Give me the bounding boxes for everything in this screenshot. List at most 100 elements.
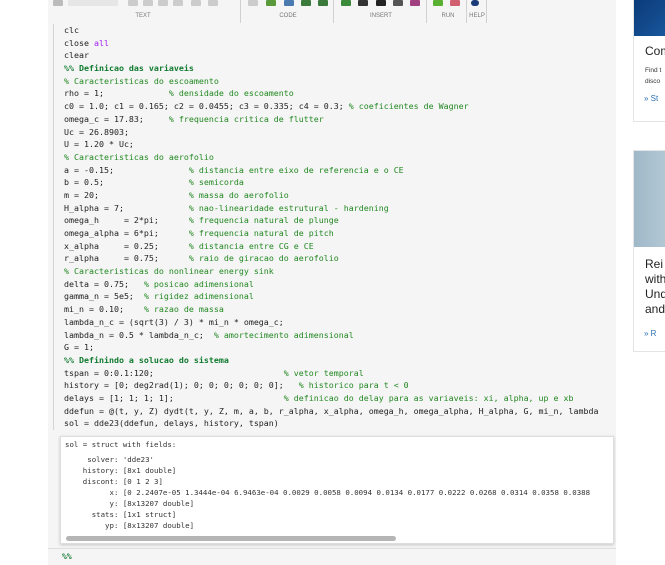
task-icon[interactable] (284, 0, 294, 6)
card-link[interactable]: » R (644, 329, 665, 339)
code-line[interactable]: history = [0; deg2rad(1); 0; 0; 0; 0; 0;… (64, 379, 614, 392)
run-icon[interactable] (433, 0, 443, 6)
code-icon[interactable] (248, 0, 258, 6)
code-line[interactable]: Uc = 26.8903; (64, 126, 614, 139)
output-line: x: [0 2.2407e-05 1.3444e-04 6.9463e-04 0… (65, 488, 591, 497)
code-comment: % distancia entre eixo de referencia e o… (188, 164, 404, 175)
refactor-icon[interactable] (318, 0, 328, 6)
code-block[interactable]: clc close all clear%% Definicao das variav… (53, 24, 614, 430)
code-line[interactable]: % Caracteristicas do aerofolio (64, 151, 614, 164)
promo-card-1[interactable]: Com Find t disco » St (633, 0, 665, 122)
code-line[interactable]: x_alpha = 0.25; % distancia entre CG e C… (64, 240, 614, 253)
output-line: solver: 'dde23' (65, 455, 154, 464)
code-text: mi_n = 0.10; (64, 304, 144, 315)
text-format-icon[interactable] (53, 0, 63, 6)
code-text: clc (64, 25, 79, 35)
code-line[interactable]: c0 = 1.0; c1 = 0.165; c2 = 0.0455; c3 = … (64, 100, 614, 113)
code-line[interactable]: lambda_n_c = (sqrt(3) / 3) * mi_n * omeg… (64, 316, 614, 329)
code-text: G = 1; (64, 342, 94, 353)
style-select[interactable] (68, 0, 118, 6)
code-line[interactable]: U = 1.20 * Uc; (64, 138, 614, 151)
card-description-1: Find t (645, 67, 662, 74)
unlink-icon[interactable] (393, 0, 403, 6)
monospace-icon[interactable] (173, 0, 183, 6)
code-line[interactable]: m = 20; % massa do aerofolio (64, 189, 614, 202)
section-break-code[interactable]: %% (62, 552, 72, 561)
card-title: Com (645, 44, 665, 58)
card-link[interactable]: » St (644, 94, 665, 104)
section-divider (48, 548, 616, 549)
code-text: lambda_n = 0.5 * lambda_n_c; (64, 329, 214, 340)
code-line[interactable]: clc (64, 24, 614, 37)
card-title-3: Und (645, 287, 665, 301)
code-comment: % raio de giracao do aerofolio (188, 253, 339, 264)
code-line[interactable]: omega_alpha = 6*pi; % frequencia natural… (64, 227, 614, 240)
card-description-2: disco (645, 78, 661, 85)
code-text: omega_c = 17.83; (64, 113, 169, 124)
code-line[interactable]: mi_n = 0.10; % razao de massa (64, 303, 614, 316)
bold-icon[interactable] (128, 0, 138, 6)
code-line[interactable]: %% Definindo a solucao do sistema (64, 354, 614, 367)
image-icon[interactable] (341, 0, 351, 6)
code-text: a = -0.15; (64, 164, 189, 175)
group-insert-label: INSERT (370, 13, 392, 19)
live-editor[interactable]: clc close all clear%% Definicao das variav… (48, 24, 616, 565)
card-image (634, 151, 665, 247)
table-icon[interactable] (410, 0, 420, 6)
code-line[interactable]: tspan = 0:0.1:120; % vetor temporal (64, 367, 614, 380)
code-text: H_alpha = 7; (64, 202, 189, 213)
code-line[interactable]: ddefun = @(t, y, Z) dydt(t, y, Z, m, a, … (64, 405, 614, 418)
code-comment: % rigidez adimensional (143, 291, 254, 302)
code-comment: % Caracteristicas do escoamento (64, 75, 219, 86)
code-line[interactable]: delays = [1; 1; 1; 1]; % definicao do de… (64, 392, 614, 405)
code-comment: % razao de massa (143, 304, 224, 315)
code-line[interactable]: % Caracteristicas do escoamento (64, 75, 614, 88)
live-editor-toolbar: TEXT CODE INSERT RUN HELP (48, 0, 616, 25)
code-line[interactable]: rho = 1; % densidade do escoamento (64, 87, 614, 100)
code-line[interactable]: a = -0.15; % distancia entre eixo de ref… (64, 164, 614, 177)
bullet-list-icon[interactable] (191, 0, 201, 6)
underline-icon[interactable] (158, 0, 168, 6)
equation-icon[interactable] (376, 0, 386, 6)
code-comment: % Caracteristicas do aerofolio (64, 151, 214, 162)
code-line[interactable]: lambda_n = 0.5 * lambda_n_c; % amortecim… (64, 329, 614, 342)
italic-icon[interactable] (143, 0, 153, 6)
code-line[interactable]: sol = dde23(ddefun, delays, history, tsp… (64, 417, 614, 430)
code-line[interactable]: %% Definicao das variaveis (64, 62, 614, 75)
output-line: yp: [8x13207 double] (65, 521, 195, 530)
code-line[interactable]: clear (64, 49, 614, 62)
code-text: m = 20; (64, 189, 189, 200)
hyperlink-icon[interactable] (358, 0, 368, 6)
horizontal-scrollbar[interactable] (66, 536, 396, 541)
section-icon[interactable] (266, 0, 276, 6)
code-line[interactable]: close all (64, 37, 614, 50)
clear-output-icon[interactable] (450, 0, 460, 6)
card-title-2: with (645, 272, 665, 286)
code-text: gamma_n = 5e5; (64, 291, 144, 302)
code-line[interactable]: H_alpha = 7; % nao-linearidade estrutura… (64, 202, 614, 215)
code-line[interactable]: omega_h = 2*pi; % frequencia natural de … (64, 214, 614, 227)
code-text: sol = dde23(ddefun, delays, history, tsp… (64, 418, 279, 429)
control-icon[interactable] (301, 0, 311, 6)
code-line[interactable]: r_alpha = 0.75; % raio de giracao do aer… (64, 252, 614, 265)
code-line[interactable]: gamma_n = 5e5; % rigidez adimensional (64, 290, 614, 303)
code-comment: % vetor temporal (283, 367, 364, 378)
code-text: r_alpha = 0.75; (64, 253, 189, 264)
card-title-4: and (645, 302, 665, 316)
code-line[interactable]: b = 0.5; % semicorda (64, 176, 614, 189)
help-icon[interactable] (471, 0, 479, 6)
code-text: U = 1.20 * Uc; (64, 139, 134, 150)
code-text: c0 = 1.0; c1 = 0.165; c2 = 0.0455; c3 = … (64, 101, 349, 112)
code-text: omega_alpha = 6*pi; (64, 228, 189, 238)
code-comment: % frequencia natural de pitch (188, 228, 334, 238)
code-line[interactable]: G = 1; (64, 341, 614, 354)
code-text: clear (64, 50, 89, 61)
code-line[interactable]: omega_c = 17.83; % frequencia critica de… (64, 113, 614, 126)
numbered-list-icon[interactable] (208, 0, 218, 6)
code-line[interactable]: delta = 0.75; % posicao adimensional (64, 278, 614, 291)
group-help-label: HELP (469, 13, 485, 19)
code-comment: % amortecimento adimensional (213, 329, 354, 340)
code-line[interactable]: % Caracteristicas do nonlinear energy si… (64, 265, 614, 278)
promo-card-2[interactable]: Rei with Und and » R (633, 150, 665, 352)
group-run-label: RUN (441, 13, 455, 19)
